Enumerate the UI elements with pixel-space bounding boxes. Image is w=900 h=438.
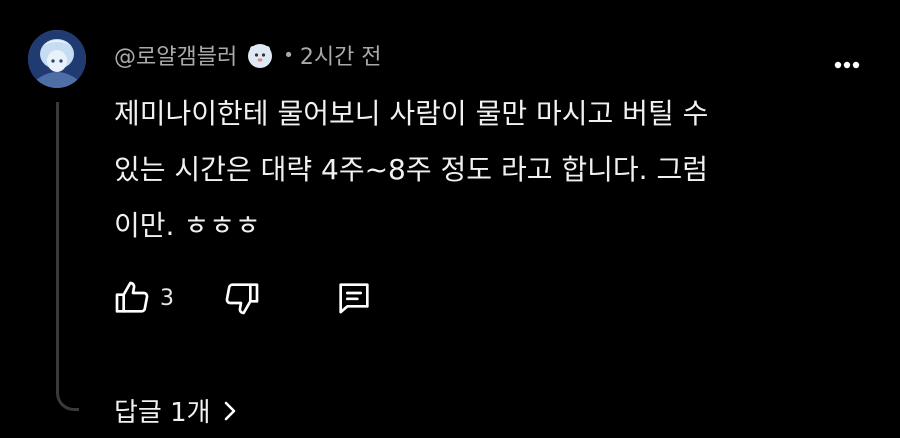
- member-badge-icon: [245, 40, 275, 70]
- like-button[interactable]: 3: [112, 278, 174, 318]
- avatar[interactable]: [28, 30, 86, 88]
- thumbs-down-icon[interactable]: [222, 278, 262, 318]
- chevron-right-icon: [221, 399, 239, 421]
- author-name[interactable]: @로얄갬블러: [114, 39, 237, 71]
- comment-text: 제미나이한테 물어보니 사람이 물만 마시고 버틸 수 있는 시간은 대략 4주…: [114, 97, 709, 242]
- thread-connector-line: [56, 102, 79, 411]
- replies-toggle-button[interactable]: 답글 1개: [114, 390, 239, 430]
- replies-label: 답글 1개: [114, 397, 211, 428]
- comment-actions: 3: [112, 276, 374, 320]
- comment-meta: @로얄갬블러 • 2시간 전: [114, 38, 382, 72]
- thumbs-up-icon[interactable]: [112, 278, 152, 318]
- comment-timestamp[interactable]: 2시간 전: [300, 39, 382, 71]
- like-count: 3: [160, 285, 174, 311]
- more-dots-icon[interactable]: [834, 54, 860, 69]
- comment-icon[interactable]: [334, 278, 374, 318]
- meta-separator: •: [283, 44, 294, 66]
